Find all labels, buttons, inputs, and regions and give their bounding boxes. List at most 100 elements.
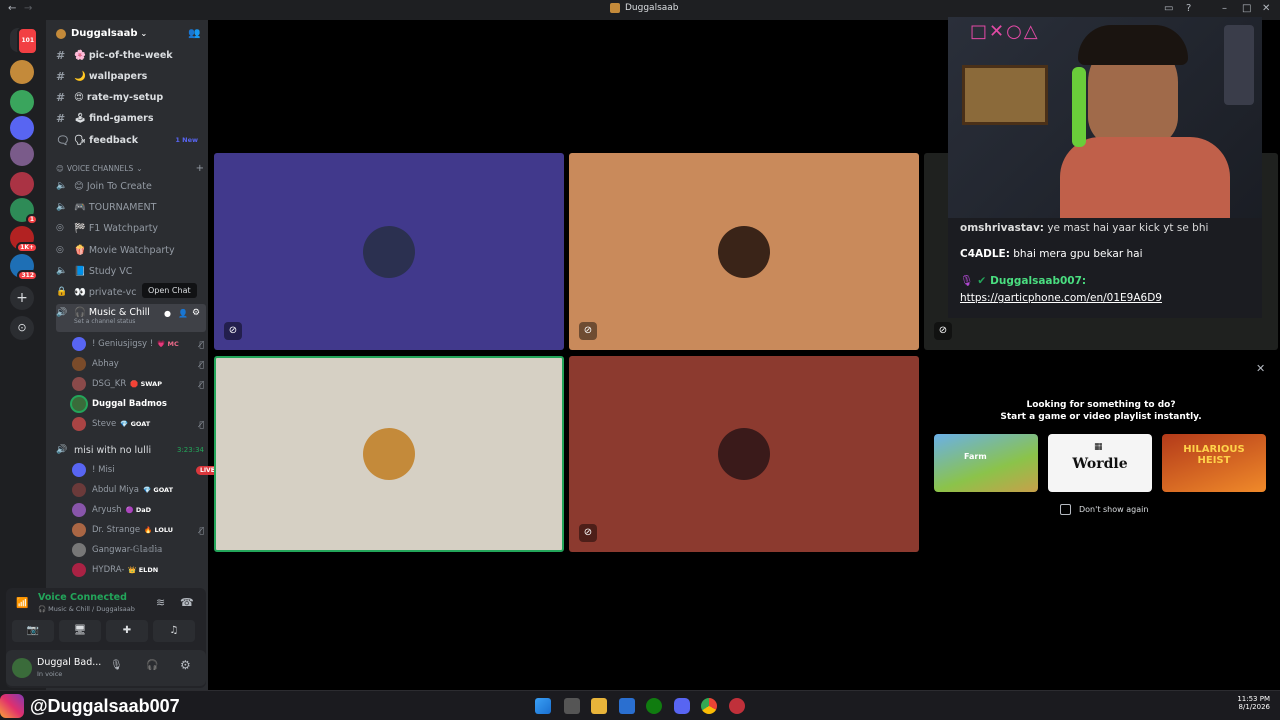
avatar	[363, 428, 415, 480]
member-item[interactable]: HYDRA⁠-⁠👑 ELDN	[72, 560, 222, 580]
text-channel[interactable]: # 🌸 pic-of-the-week	[56, 45, 206, 65]
participant-tile[interactable]: ⊘	[214, 153, 564, 350]
server-avatar[interactable]: 1	[10, 198, 38, 225]
channel-status[interactable]: Set a channel status	[74, 318, 206, 325]
member-item[interactable]: Steve 💎 GOAT 🎙̸	[72, 414, 222, 434]
muted-icon: 🎙̸	[199, 419, 204, 429]
tooltip: Open Chat	[142, 283, 197, 298]
activities-button[interactable]: ✚	[106, 620, 148, 642]
server-avatar[interactable]: 1K+	[10, 226, 38, 253]
member-item[interactable]: Aryush 🟣 DaD	[72, 500, 222, 520]
lock-icon: 🔒	[56, 287, 68, 297]
add-server-icon[interactable]: +	[10, 286, 34, 310]
discord-taskbar-icon[interactable]	[674, 698, 690, 714]
avatar	[72, 483, 86, 497]
explore-icon[interactable]: ⊙	[10, 316, 34, 340]
server-header[interactable]: Duggalsaab ⌄	[56, 28, 147, 39]
chevron-down-icon: ⌄	[140, 29, 148, 38]
forward-icon[interactable]: →	[24, 3, 32, 14]
member-item[interactable]: Abdul Miya 💎 GOAT	[72, 480, 222, 500]
game-card[interactable]: Farm	[934, 434, 1038, 492]
server-avatar[interactable]	[10, 116, 34, 140]
muted-icon: ⊘	[224, 322, 242, 340]
text-channel[interactable]: 🗨 🗣 feedback 1 New	[56, 130, 206, 150]
invite-icon[interactable]: 👤	[178, 309, 188, 318]
voice-channel[interactable]: 🔊 misi with no lulli 3:23:34	[56, 440, 206, 460]
disconnect-icon[interactable]: ☎	[180, 596, 194, 609]
avatar	[72, 463, 86, 477]
muted-icon: ⊘	[579, 322, 597, 340]
app-icon[interactable]	[729, 698, 745, 714]
maximize-icon[interactable]: □	[1242, 3, 1251, 14]
headphones-icon[interactable]: 🎧	[146, 660, 158, 671]
voice-location[interactable]: 🎧 Music & Chill / Duggalsaab	[38, 605, 135, 613]
game-card[interactable]: ▦ Wordle	[1048, 434, 1152, 492]
text-channel[interactable]: # 😍 rate-my-setup	[56, 87, 206, 107]
chat-icon[interactable]: ●	[164, 309, 171, 318]
game-card[interactable]: HILARIOUS HEIST	[1162, 434, 1266, 492]
streamer-hair	[1078, 25, 1188, 65]
add-channel-icon[interactable]: +	[196, 163, 204, 174]
home-discord-icon[interactable]: ◉101	[10, 27, 38, 55]
member-item[interactable]: DSG_KR 🛑 SWAP 🎙̸	[72, 374, 222, 394]
server-avatar[interactable]: 312	[10, 254, 38, 281]
username[interactable]: Duggal Bad...	[37, 657, 101, 668]
instagram-icon	[0, 694, 24, 718]
voice-channel[interactable]: 🔈 🎮 TOURNAMENT	[56, 197, 206, 217]
soundboard-button[interactable]: ♫	[153, 620, 195, 642]
muted-icon: 🎙̸	[199, 359, 204, 369]
help-icon[interactable]: ?	[1186, 3, 1191, 14]
windows-start-icon[interactable]	[535, 698, 551, 714]
social-handle-overlay: @Duggalsaab007	[0, 694, 180, 718]
member-item[interactable]: ! Misi LIVE	[72, 460, 222, 480]
server-avatar[interactable]	[10, 60, 34, 84]
avatar[interactable]	[12, 658, 32, 678]
speaker-icon: 🔈	[56, 181, 68, 191]
text-channel[interactable]: # 🕹 find-gamers	[56, 108, 206, 128]
voice-category[interactable]: 😊 VOICE CHANNELS ⌄ +	[56, 163, 204, 174]
minimize-icon[interactable]: –	[1222, 3, 1227, 14]
user-settings-icon[interactable]: ⚙	[180, 658, 191, 672]
microphone-icon[interactable]: 🎙	[110, 660, 123, 671]
member-item[interactable]: Gangwar⁠-⁠𝔾𝕝𝕒𝕕𝕚𝕒	[72, 540, 222, 560]
inbox-icon[interactable]: ▭	[1164, 3, 1173, 14]
participant-tile[interactable]: ⊘	[569, 356, 919, 552]
text-channel[interactable]: # 🌙 wallpapers	[56, 66, 206, 86]
back-icon[interactable]: ←	[8, 3, 16, 14]
voice-channel[interactable]: ◎ 🍿 Movie Watchparty	[56, 240, 206, 260]
member-item[interactable]: ! Geniusjigsy ! 💗 MC 🎙̸	[72, 334, 222, 354]
server-avatar[interactable]	[10, 90, 34, 114]
chat-link[interactable]: https://garticphone.com/en/01E9A6D9	[960, 292, 1162, 304]
server-avatar[interactable]	[10, 142, 34, 166]
muted-icon: ⊘	[579, 524, 597, 542]
noise-suppression-icon[interactable]: ≋	[156, 596, 165, 609]
close-icon[interactable]: ✕	[1262, 3, 1270, 14]
member-item[interactable]: Duggal Badmos	[72, 394, 222, 414]
participant-tile[interactable]	[214, 356, 564, 552]
avatar	[72, 397, 86, 411]
close-icon[interactable]: ✕	[1256, 362, 1265, 375]
taskbar-clock[interactable]: 11:53 PM 8/1/2026	[1230, 695, 1270, 711]
member-item[interactable]: Dr. Strange 🔥 LOLU 🎙̸	[72, 520, 222, 540]
camera-button[interactable]: 📷	[12, 620, 54, 642]
speaker-icon: 🔊	[56, 445, 68, 455]
dont-show-again[interactable]: Don't show again	[1060, 504, 1148, 515]
checkbox[interactable]	[1060, 504, 1071, 515]
chrome-icon[interactable]	[701, 698, 717, 714]
store-icon[interactable]	[619, 698, 635, 714]
voice-status[interactable]: Voice Connected	[38, 592, 127, 603]
voice-channel[interactable]: 🔈 😊 Join To Create	[56, 176, 206, 196]
xbox-icon[interactable]	[646, 698, 662, 714]
member-item[interactable]: Abhay 🎙̸	[72, 354, 222, 374]
settings-icon[interactable]: ⚙	[192, 308, 200, 318]
signal-icon[interactable]: 📶	[16, 598, 28, 609]
screen-share-button[interactable]: 🖥	[59, 620, 101, 642]
participant-tile[interactable]: ⊘	[569, 153, 919, 350]
voice-channel[interactable]: ◎ 🏁 F1 Watchparty	[56, 218, 206, 238]
file-explorer-icon[interactable]	[591, 698, 607, 714]
voice-channel[interactable]: 🔈 📘 Study VC	[56, 261, 206, 281]
task-view-icon[interactable]	[564, 698, 580, 714]
server-avatar[interactable]	[10, 172, 34, 196]
add-friend-icon[interactable]: 👥	[188, 28, 200, 39]
active-voice-channel[interactable]: 🔊 🎧 Music & Chill Set a channel status ●…	[56, 304, 206, 332]
